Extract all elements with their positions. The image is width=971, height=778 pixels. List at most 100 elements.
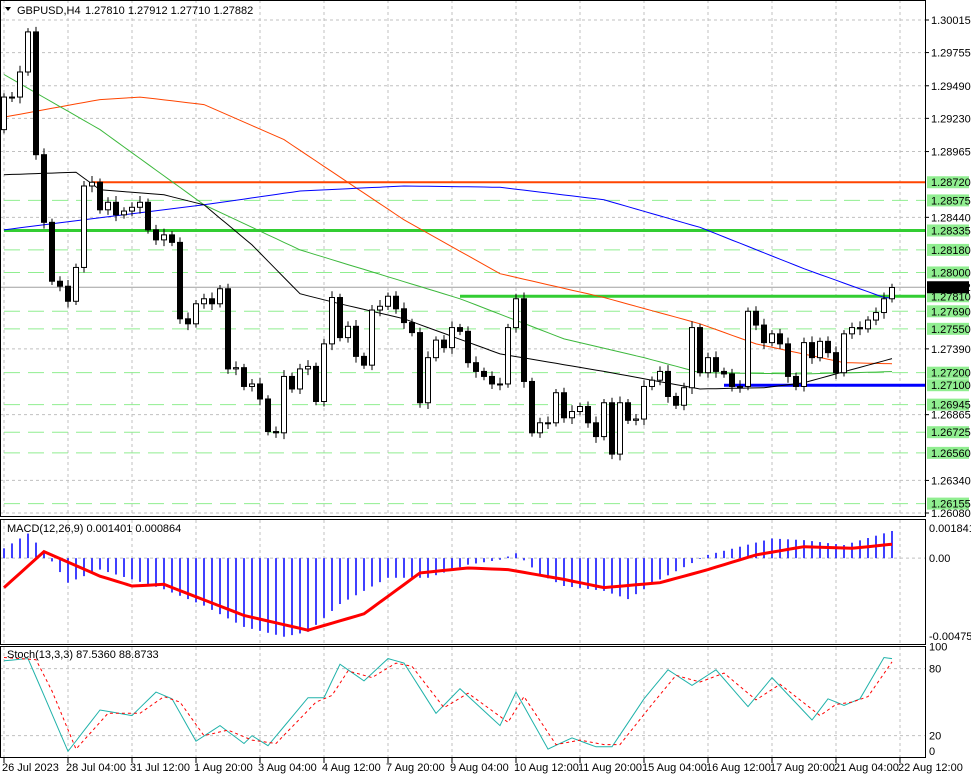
price-label: 1.29490 <box>931 81 971 93</box>
price-label: 1.29755 <box>931 48 971 60</box>
time-label: 3 Aug 04:00 <box>258 762 317 774</box>
current-price-label: 1.27882 <box>931 282 971 294</box>
bear-candle <box>473 362 479 372</box>
bull-candle <box>137 201 143 208</box>
stoch-axis-label: 100 <box>929 641 947 653</box>
bear-candle <box>65 285 71 302</box>
level-price-label: 1.27690 <box>931 306 971 318</box>
level-price-label: 1.28575 <box>931 195 971 207</box>
bear-candle <box>97 181 103 211</box>
level-price-label: 1.28180 <box>931 245 971 257</box>
bear-candle <box>209 298 215 305</box>
bull-candle <box>9 96 15 99</box>
bear-candle <box>793 375 799 387</box>
bear-candle <box>41 154 47 223</box>
bull-candle <box>193 303 199 325</box>
level-price-label: 1.28720 <box>931 177 971 189</box>
level-price-label: 1.27550 <box>931 324 971 336</box>
bull-candle <box>545 422 551 425</box>
bull-candle <box>657 370 663 381</box>
bull-candle <box>849 327 855 335</box>
bear-candle <box>33 31 39 156</box>
bull-candle <box>633 418 639 421</box>
macd-title: MACD(12,26,9) 0.001401 0.000864 <box>7 523 181 535</box>
bull-candle <box>505 327 511 385</box>
bull-candle <box>161 234 167 241</box>
time-label: 9 Aug 04:00 <box>450 762 509 774</box>
bull-candle <box>841 333 847 374</box>
bull-candle <box>25 31 31 73</box>
time-label: 10 Aug 12:00 <box>514 762 579 774</box>
bull-candle <box>537 422 543 434</box>
bull-candle <box>641 385 647 420</box>
bull-candle <box>321 343 327 402</box>
bear-candle <box>809 342 815 359</box>
level-price-label: 1.26155 <box>931 499 971 511</box>
bull-candle <box>201 298 207 305</box>
bull-candle <box>865 319 871 330</box>
stoch-axis-label: 20 <box>929 731 941 743</box>
level-price-label: 1.28000 <box>931 267 971 279</box>
bull-candle <box>81 185 87 268</box>
bear-candle <box>273 431 279 434</box>
level-price-label: 1.28335 <box>931 225 971 237</box>
bear-candle <box>177 241 183 320</box>
bull-candle <box>89 181 95 187</box>
stoch-axis-label: 0 <box>929 746 935 758</box>
symbol-label: GBPUSD,H4 <box>17 5 81 17</box>
bull-candle <box>121 210 127 216</box>
bear-candle <box>337 297 343 339</box>
bull-candle <box>601 402 607 438</box>
bear-candle <box>833 352 839 374</box>
bear-candle <box>585 406 591 424</box>
level-price-label: 1.26945 <box>931 400 971 412</box>
bull-candle <box>681 387 687 406</box>
bull-candle <box>249 383 255 387</box>
price-label: 1.28965 <box>931 147 971 159</box>
bull-candle <box>425 357 431 404</box>
bear-candle <box>113 201 119 216</box>
price-label: 1.27390 <box>931 344 971 356</box>
bear-candle <box>753 310 759 326</box>
chart-background <box>0 0 971 778</box>
time-label: 4 Aug 12:00 <box>322 762 381 774</box>
bull-candle <box>705 357 711 374</box>
price-label: 1.28440 <box>931 212 971 224</box>
bear-candle <box>521 298 527 382</box>
bull-candle <box>329 297 335 345</box>
bull-candle <box>801 342 807 387</box>
bull-candle <box>1 96 7 131</box>
bear-candle <box>609 402 615 455</box>
time-label: 17 Aug 20:00 <box>770 762 835 774</box>
bull-candle <box>617 402 623 455</box>
macd-axis-label: 0.001841 <box>929 523 971 535</box>
bear-candle <box>289 375 295 390</box>
bull-candle <box>737 385 743 388</box>
macd-axis-label: 0.00 <box>929 553 950 565</box>
time-label: 11 Aug 20:00 <box>578 762 642 774</box>
bear-candle <box>145 201 151 231</box>
time-label: 7 Aug 20:00 <box>386 762 445 774</box>
bear-candle <box>729 373 735 387</box>
level-price-label: 1.26725 <box>931 427 971 439</box>
bull-candle <box>217 288 223 305</box>
bull-candle <box>449 327 455 349</box>
time-label: 16 Aug 12:00 <box>706 762 771 774</box>
bull-candle <box>497 383 503 386</box>
bear-candle <box>713 357 719 372</box>
bull-candle <box>577 406 583 413</box>
bear-candle <box>313 365 319 402</box>
level-price-label: 1.27100 <box>931 380 971 392</box>
bull-candle <box>817 340 823 359</box>
bull-candle <box>345 325 351 339</box>
trading-chart[interactable]: 1.30015 1.29755 1.29490 1.29230 1.28965 1.284… <box>0 0 971 778</box>
time-label: 15 Aug 04:00 <box>642 762 707 774</box>
time-label: 22 Aug 12:00 <box>898 762 963 774</box>
bull-candle <box>369 309 375 366</box>
time-label: 26 Jul 2023 <box>2 762 59 774</box>
bear-candle <box>673 395 679 406</box>
bull-candle <box>689 327 695 389</box>
bear-candle <box>777 333 783 345</box>
bear-candle <box>529 380 535 434</box>
bull-candle <box>433 339 439 359</box>
